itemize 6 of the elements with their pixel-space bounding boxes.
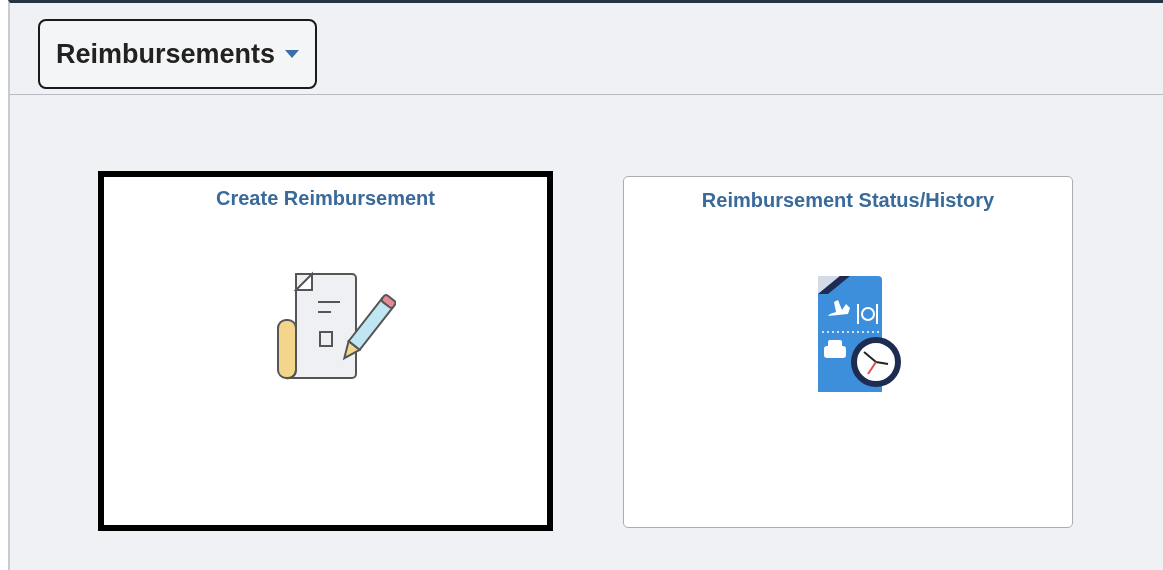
tile[interactable]: Create Reimbursement	[98, 171, 553, 531]
reimbursements-menu-button[interactable]: Reimbursements	[38, 19, 318, 89]
tile[interactable]: Reimbursement Status/History	[623, 176, 1073, 528]
tile-title: Reimbursement Status/History	[701, 189, 995, 212]
tile-title: Create Reimbursement	[216, 187, 435, 210]
caret-icon	[285, 49, 300, 59]
